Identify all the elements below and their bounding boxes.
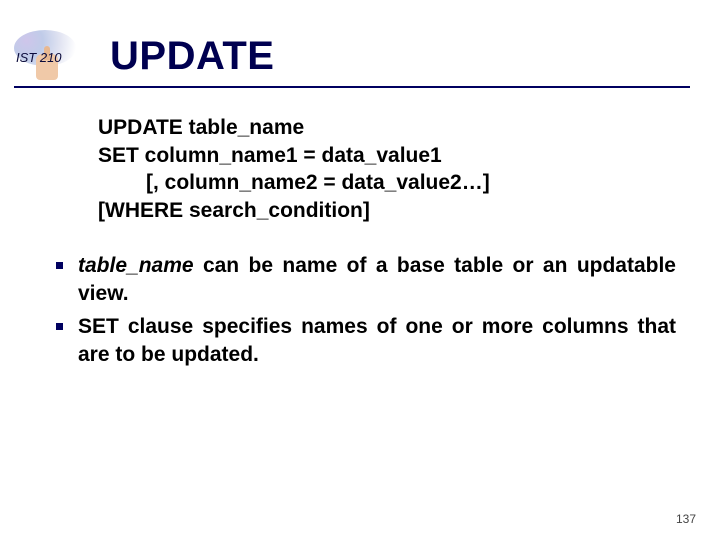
bullet-1: table_name can be name of a base table o… [48,252,676,307]
course-label: IST 210 [16,50,62,65]
syntax-line-1: UPDATE table_name [98,114,680,142]
slide-title: UPDATE [110,34,274,79]
slide-header: IST 210 UPDATE [14,24,690,88]
slide: IST 210 UPDATE UPDATE table_name SET col… [0,0,720,540]
syntax-line-3: [, column_name2 = data_value2…] [98,169,680,197]
logo-icon: IST 210 [14,28,78,84]
syntax-line-4: [WHERE search_condition] [98,197,680,225]
sql-syntax-block: UPDATE table_name SET column_name1 = dat… [98,114,680,225]
header-rule [14,86,690,88]
syntax-line-2: SET column_name1 = data_value1 [98,142,680,170]
page-number: 137 [676,512,696,526]
bullet-2: SET clause specifies names of one or mor… [48,313,676,368]
bullet-list: table_name can be name of a base table o… [48,252,676,375]
bullet-1-em: table_name [78,254,194,277]
